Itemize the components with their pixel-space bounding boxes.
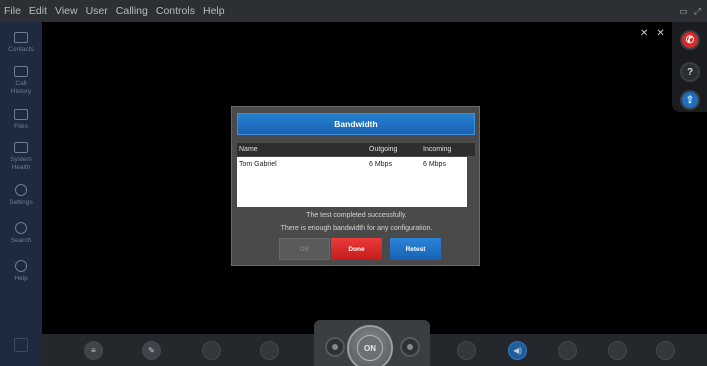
menu-file[interactable]: File — [4, 0, 21, 22]
menu-calling[interactable]: Calling — [116, 0, 148, 22]
layout-icon[interactable] — [14, 338, 28, 352]
sidebar-item-label: Contacts — [8, 46, 34, 53]
sidebar-item-settings[interactable]: Settings — [0, 182, 42, 218]
left-knob[interactable] — [325, 337, 345, 357]
hang-up-button[interactable]: ✆ — [680, 30, 700, 50]
menu-controls[interactable]: Controls — [156, 0, 195, 22]
bandwidth-dialog: Bandwidth Name Outgoing Incoming Tom Gab… — [231, 106, 480, 266]
mic-muted-icon: ✕ — [640, 28, 649, 39]
toolbar-button-8[interactable] — [656, 341, 675, 360]
cell-name: Tom Gabriel — [239, 161, 277, 168]
table-row[interactable]: Tom Gabriel 6 Mbps 6 Mbps — [237, 161, 467, 172]
table-body: Tom Gabriel 6 Mbps 6 Mbps — [237, 157, 467, 207]
cell-incoming: 6 Mbps — [423, 161, 446, 168]
window-controls: ▭ ⤢ — [679, 0, 701, 22]
info-button[interactable]: ? — [680, 62, 700, 82]
column-outgoing: Outgoing — [369, 146, 398, 153]
ok-button[interactable]: OK — [279, 238, 330, 260]
sidebar-item-search[interactable]: Search — [0, 220, 42, 256]
system-health-icon — [14, 142, 28, 153]
pencil-icon: ✎ — [148, 346, 155, 355]
annotate-button[interactable]: ✎ — [142, 341, 161, 360]
column-incoming: Incoming — [423, 146, 452, 153]
menu-help[interactable]: Help — [203, 0, 225, 22]
share-button[interactable]: ⇪ — [680, 90, 700, 110]
contacts-icon — [14, 32, 28, 43]
picture-in-picture-icon[interactable]: ▭ — [679, 6, 688, 17]
dialog-title: Bandwidth — [237, 113, 475, 135]
sidebar-item-help[interactable]: Help — [0, 258, 42, 294]
sidebar-item-call-history[interactable]: Call History — [0, 64, 42, 100]
sidebar-item-label: System Health — [10, 156, 32, 171]
search-icon — [15, 222, 27, 234]
power-label: ON — [357, 335, 383, 361]
toolbar-button-4[interactable] — [260, 341, 279, 360]
right-knob[interactable] — [400, 337, 420, 357]
menu-view[interactable]: View — [55, 0, 78, 22]
camera-muted-icon: ✕ — [656, 28, 665, 39]
sidebar: Contacts Call History Files System Healt… — [0, 22, 42, 366]
menu-edit[interactable]: Edit — [29, 0, 47, 22]
help-icon — [15, 260, 27, 272]
sidebar-item-label: Call History — [10, 80, 32, 95]
speaker-icon: ◀) — [513, 346, 522, 355]
sidebar-item-label: Settings — [9, 199, 33, 206]
sidebar-item-contacts[interactable]: Contacts — [0, 30, 42, 66]
toolbar-button-3[interactable] — [202, 341, 221, 360]
sidebar-item-label: Help — [14, 275, 28, 282]
bottom-toolbar: ≡ ✎ ON ◀) — [42, 320, 707, 366]
table-header: Name Outgoing Incoming — [237, 143, 475, 156]
toolbar-button-7[interactable] — [608, 341, 627, 360]
status-detail: There is enough bandwidth for any config… — [280, 225, 433, 232]
files-icon — [14, 109, 28, 120]
sliders-icon: ≡ — [91, 346, 96, 355]
app-window: File Edit View User Calling Controls Hel… — [0, 0, 707, 366]
power-button[interactable]: ON — [347, 325, 393, 366]
call-controls-column: ✆ ? ⇪ — [672, 22, 707, 112]
column-name: Name — [239, 146, 258, 153]
sidebar-item-label: Search — [10, 237, 32, 244]
toolbar-button-5[interactable] — [457, 341, 476, 360]
status-message: The test completed successfully. — [306, 212, 407, 219]
sidebar-item-label: Files — [14, 123, 28, 130]
menu-bar: File Edit View User Calling Controls Hel… — [0, 0, 707, 22]
done-button[interactable]: Done — [331, 238, 382, 260]
speaker-button[interactable]: ◀) — [508, 341, 527, 360]
sidebar-item-system-health[interactable]: System Health — [0, 140, 42, 176]
toolbar-button-6[interactable] — [558, 341, 577, 360]
settings-icon — [15, 184, 27, 196]
mute-indicators: ✕ ✕ — [640, 28, 665, 39]
settings-sliders-button[interactable]: ≡ — [84, 341, 103, 360]
menu-user[interactable]: User — [86, 0, 108, 22]
retest-button[interactable]: Retest — [390, 238, 441, 260]
call-history-icon — [14, 66, 28, 77]
sidebar-item-files[interactable]: Files — [0, 107, 42, 143]
fullscreen-icon[interactable]: ⤢ — [694, 6, 701, 17]
cell-outgoing: 6 Mbps — [369, 161, 392, 168]
